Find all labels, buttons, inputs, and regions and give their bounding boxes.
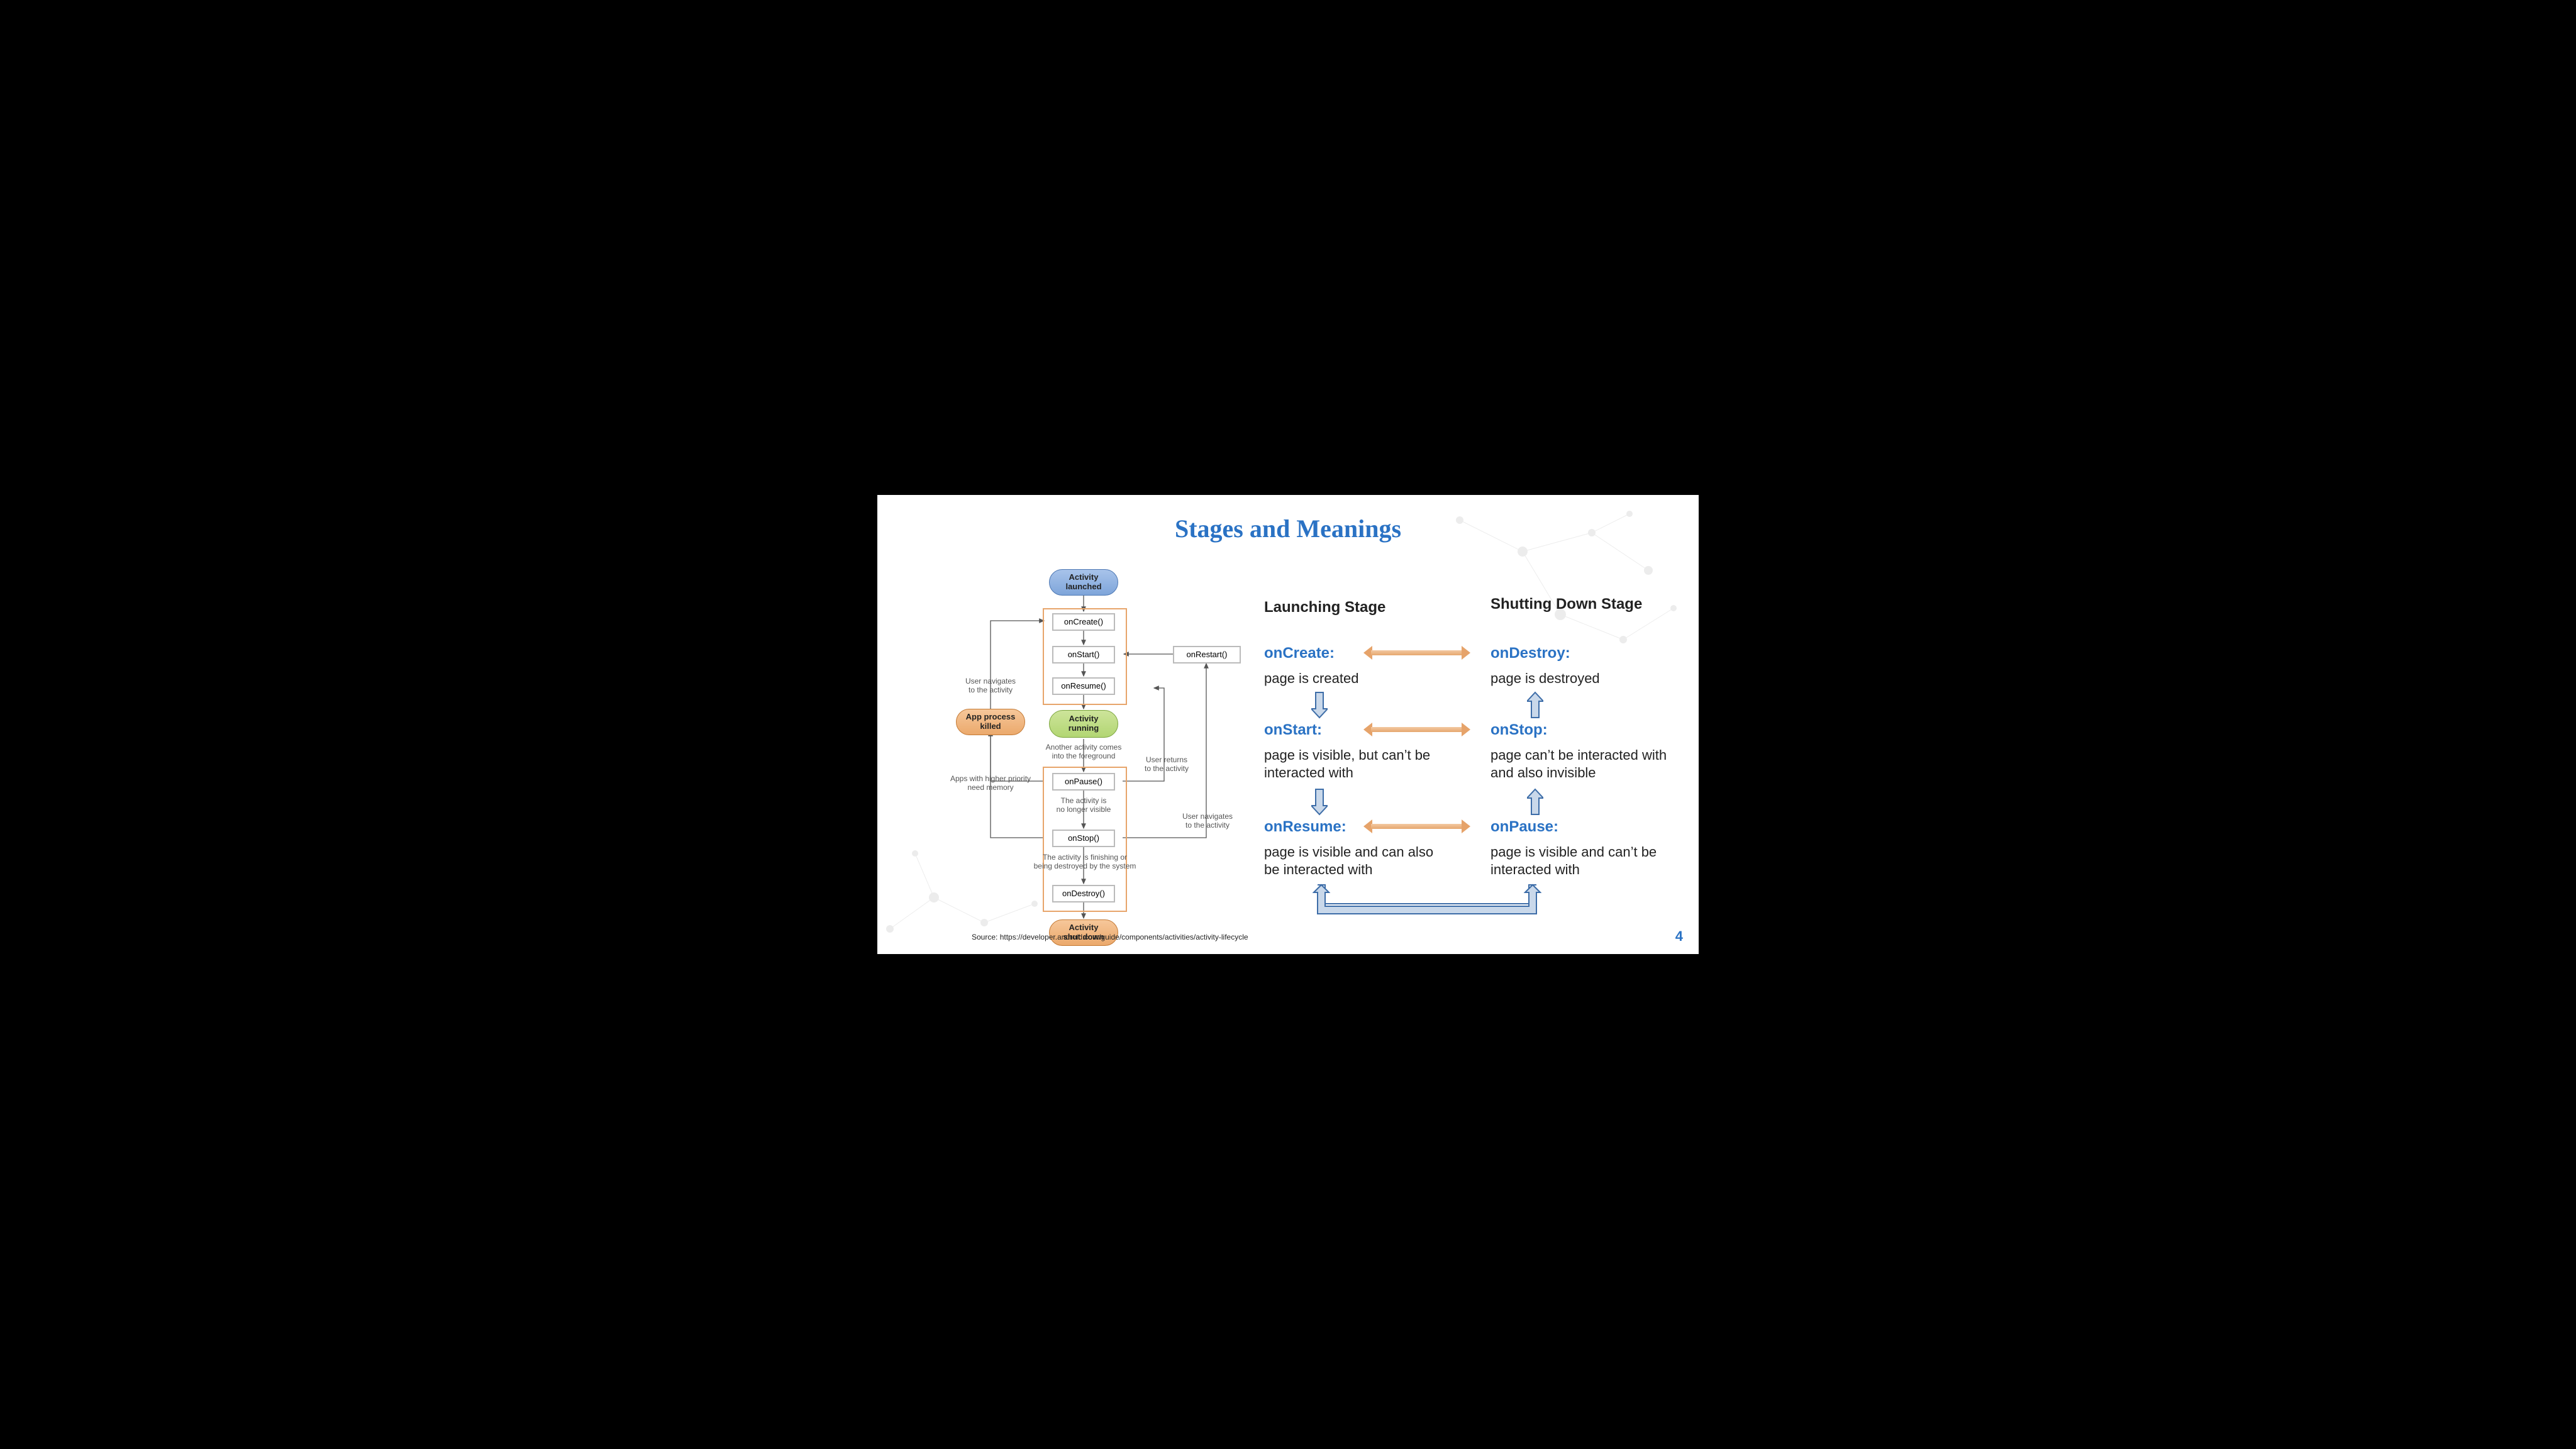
- u-connector: [1310, 884, 1544, 915]
- oncreate-desc: page is created: [1264, 670, 1358, 687]
- ondestroy-desc: page is destroyed: [1491, 670, 1600, 687]
- node-oncreate: onCreate(): [1052, 613, 1115, 631]
- label-another-fg: Another activity comesinto the foregroun…: [1033, 743, 1134, 761]
- onstop-desc: page can’t be interacted with and also i…: [1491, 747, 1673, 781]
- label-apps-priority: Apps with higher priorityneed memory: [943, 775, 1038, 792]
- node-onpause: onPause(): [1052, 773, 1115, 791]
- onresume-title: onResume:: [1264, 818, 1346, 836]
- down-arrow-1: [1311, 691, 1328, 719]
- double-arrow-3: [1363, 822, 1470, 831]
- label-user-nav-bottom: User navigatesto the activity: [1176, 813, 1239, 830]
- header-shutdown: Shutting Down Stage: [1491, 596, 1642, 613]
- node-ondestroy: onDestroy(): [1052, 885, 1115, 902]
- ondestroy-title: onDestroy:: [1491, 645, 1570, 662]
- onresume-desc: page is visible and can also be interact…: [1264, 843, 1434, 878]
- node-activity-running: Activityrunning: [1049, 710, 1118, 738]
- oncreate-title: onCreate:: [1264, 645, 1335, 662]
- lifecycle-flowchart: Activitylaunched onCreate() onStart() on…: [921, 558, 1248, 948]
- node-onstart: onStart(): [1052, 646, 1115, 663]
- header-launching: Launching Stage: [1264, 599, 1385, 616]
- source-citation: Source: https://developer.android.com/gu…: [972, 933, 1248, 941]
- label-no-longer-vis: The activity isno longer visible: [1046, 797, 1121, 814]
- node-onrestart: onRestart(): [1173, 646, 1241, 663]
- double-arrow-2: [1363, 725, 1470, 734]
- slide-title: Stages and Meanings: [877, 514, 1699, 543]
- node-onstop: onStop(): [1052, 830, 1115, 847]
- onpause-title: onPause:: [1491, 818, 1558, 836]
- onpause-desc: page is visible and can’t be interacted …: [1491, 843, 1673, 878]
- page-number: 4: [1675, 928, 1683, 945]
- down-arrow-2: [1311, 788, 1328, 816]
- onstart-desc: page is visible, but can’t be interacted…: [1264, 747, 1434, 781]
- double-arrow-1: [1363, 648, 1470, 657]
- label-finishing: The activity is finishing orbeing destro…: [1031, 853, 1138, 871]
- node-onresume: onResume(): [1052, 677, 1115, 695]
- slide: Stages and Meanings: [877, 495, 1699, 954]
- label-user-nav-top: User navigatesto the activity: [959, 677, 1022, 695]
- up-arrow-1: [1527, 691, 1543, 719]
- label-user-returns: User returnsto the activity: [1138, 756, 1195, 774]
- onstop-title: onStop:: [1491, 721, 1548, 739]
- node-activity-launched: Activitylaunched: [1049, 569, 1118, 596]
- onstart-title: onStart:: [1264, 721, 1322, 739]
- node-app-killed: App processkilled: [956, 709, 1025, 735]
- up-arrow-2: [1527, 788, 1543, 816]
